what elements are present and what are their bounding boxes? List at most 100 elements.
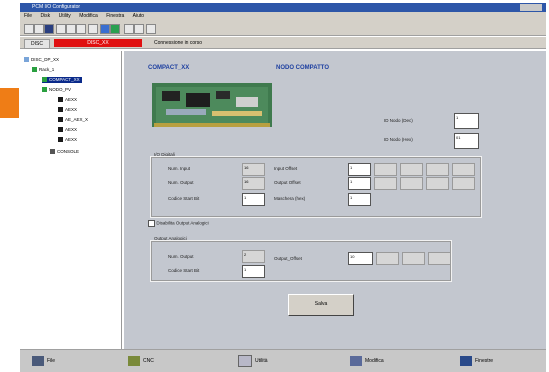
tree-item-compact[interactable]: COMPACT_XX: [42, 77, 82, 83]
input-offset-label: Input Offset: [274, 166, 298, 171]
tree-rack[interactable]: Rack_1: [32, 67, 54, 73]
tool-icon[interactable]: [134, 24, 144, 34]
new-icon[interactable]: [24, 24, 34, 34]
download-icon[interactable]: [100, 24, 110, 34]
card-icon: [58, 117, 63, 123]
num-output-label: Num. Output: [168, 180, 194, 185]
num-input-label: Num. Input: [168, 166, 191, 171]
window-titlebar: PCM I/O Configurator: [20, 3, 546, 12]
tree-item-aexx-2[interactable]: AEXX: [58, 107, 77, 113]
menu-utility[interactable]: Utility: [59, 13, 71, 19]
module-icon: [42, 77, 47, 83]
analog-output-offset-field[interactable]: 10: [348, 252, 373, 265]
taskbar-finestre[interactable]: Finestre: [460, 354, 493, 368]
id-nodo-dec-label: ID Nodo (Dec): [384, 118, 413, 123]
card-icon: [58, 137, 63, 143]
connection-status-text: Connessione in corso: [154, 40, 203, 46]
input-offset-field-3: [400, 163, 423, 176]
output-offset-field[interactable]: 1: [348, 177, 371, 190]
id-nodo-hex-label: ID Nodo (Hex): [384, 137, 413, 142]
board-image: [152, 79, 272, 131]
output-offset-field-3: [400, 177, 423, 190]
menu-disk[interactable]: Disk: [40, 13, 50, 19]
windows-icon: [460, 355, 472, 366]
taskbar-utility[interactable]: Utilità: [238, 354, 268, 368]
maschera-label: Maschera (hex): [274, 196, 306, 201]
disc-status-badge: DISC_XX: [54, 39, 142, 47]
bottom-taskbar: File CNC Utilità Modifica Finestre: [20, 349, 546, 372]
analog-output-offset-label: Output_Offset: [274, 256, 302, 261]
input-offset-field-2: [374, 163, 397, 176]
tree-item-aexx-3[interactable]: AEXX: [58, 127, 77, 133]
copy-icon[interactable]: [66, 24, 76, 34]
cod-start-bit-field[interactable]: 1: [242, 193, 265, 206]
rack-icon: [32, 67, 37, 73]
disc-chip: DISC: [24, 39, 50, 49]
taskbar-file[interactable]: File: [32, 354, 55, 368]
output-offset-field-2: [374, 177, 397, 190]
module-icon: [42, 87, 47, 93]
open-icon[interactable]: [34, 24, 44, 34]
utility-icon: [238, 354, 252, 367]
file-icon: [32, 355, 44, 366]
tree-item-aexx-4[interactable]: AEXX: [58, 137, 77, 143]
card-icon: [58, 127, 63, 133]
orange-side-marker: [0, 88, 19, 118]
tree-item-nodo[interactable]: NODO_PV: [42, 87, 71, 93]
analog-num-output-field[interactable]: 2: [242, 250, 265, 263]
menu-finestra[interactable]: Finestra: [106, 13, 124, 19]
card-icon: [58, 107, 63, 113]
input-offset-field-5: [452, 163, 475, 176]
analog-num-output-label: Num. Output: [168, 254, 194, 259]
id-nodo-hex-input[interactable]: 01: [454, 133, 479, 149]
checkbox-box[interactable]: [148, 220, 155, 227]
network-icon: [24, 57, 29, 63]
undo-icon[interactable]: [88, 24, 98, 34]
num-input-field[interactable]: 16: [242, 163, 265, 176]
menu-bar: File Disk Utility Modifica Finestra Aiut…: [20, 12, 546, 21]
analog-cod-start-bit-field[interactable]: 1: [242, 265, 265, 278]
cut-icon[interactable]: [56, 24, 66, 34]
input-offset-field[interactable]: 1: [348, 163, 371, 176]
save-icon[interactable]: [44, 24, 54, 34]
menu-modifica[interactable]: Modifica: [79, 13, 98, 19]
module-config-panel: COMPACT_XX NODO COMPATTO ID Nodo (Dec) 1…: [124, 51, 546, 349]
help-icon[interactable]: [124, 24, 134, 34]
output-offset-label: Output Offset: [274, 180, 301, 185]
project-tree: DISC_DP_XX Rack_1 COMPACT_XX NODO_PV AEX…: [20, 51, 122, 349]
input-offset-field-4: [426, 163, 449, 176]
toolbar: [20, 21, 546, 36]
menu-file[interactable]: File: [24, 13, 32, 19]
module-type-heading: NODO COMPATTO: [276, 65, 329, 71]
analog-cod-start-bit-label: Codice Start Bit: [168, 268, 200, 273]
card-icon: [58, 97, 63, 103]
edit-icon: [350, 355, 362, 366]
settings-icon[interactable]: [146, 24, 156, 34]
maschera-field[interactable]: 1: [348, 193, 371, 206]
window-controls[interactable]: [520, 4, 542, 11]
upload-icon[interactable]: [110, 24, 120, 34]
disable-analog-label: Disabilita Output Analogici: [156, 220, 209, 226]
id-nodo-dec-input[interactable]: 1: [454, 113, 479, 129]
save-button[interactable]: Salva: [288, 294, 354, 316]
window-title: PCM I/O Configurator: [32, 4, 81, 10]
taskbar-cnc[interactable]: CNC: [128, 354, 154, 368]
tree-item-aexx-1[interactable]: AEXX: [58, 97, 77, 103]
analog-output-offset-field-2: [376, 252, 399, 265]
console-icon: [50, 149, 55, 155]
output-offset-field-4: [426, 177, 449, 190]
taskbar-modifica[interactable]: Modifica: [350, 354, 384, 368]
module-heading: COMPACT_XX: [148, 65, 190, 71]
tree-item-console[interactable]: CONSOLE: [50, 149, 79, 155]
menu-aiuto[interactable]: Aiuto: [133, 13, 144, 19]
analog-output-offset-field-4: [428, 252, 451, 265]
paste-icon[interactable]: [76, 24, 86, 34]
analog-output-offset-field-3: [402, 252, 425, 265]
tree-item-ae-aex[interactable]: AE_AEX_X: [58, 117, 88, 123]
disable-analog-checkbox[interactable]: Disabilita Output Analogici: [148, 220, 209, 228]
cod-start-bit-label: Codice Start Bit: [168, 196, 200, 201]
cnc-icon: [128, 355, 140, 366]
tree-root[interactable]: DISC_DP_XX: [24, 57, 59, 63]
num-output-field[interactable]: 16: [242, 177, 265, 190]
output-offset-field-5: [452, 177, 475, 190]
